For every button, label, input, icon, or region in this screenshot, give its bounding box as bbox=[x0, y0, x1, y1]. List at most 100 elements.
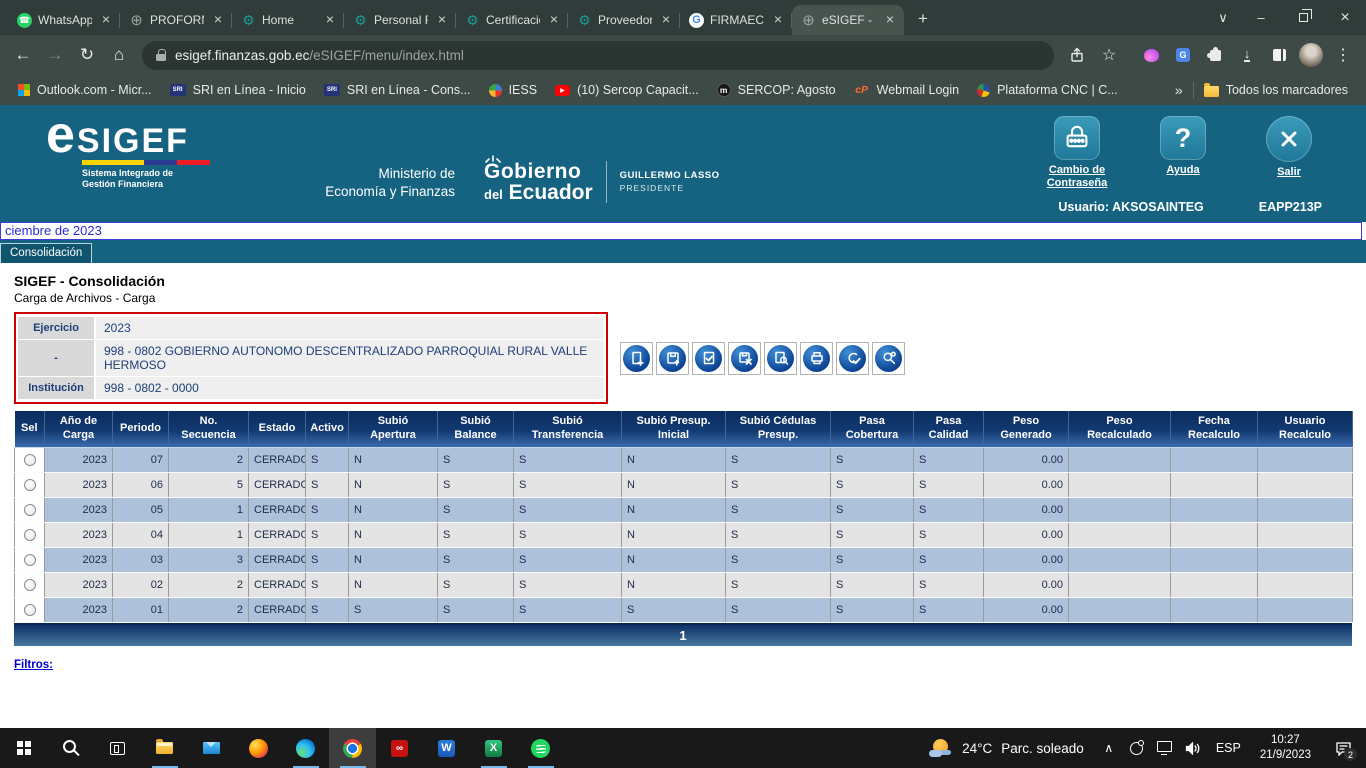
table-row: 2023065CERRADOSNSSNSSS0.00 bbox=[15, 472, 1353, 497]
bookmark-item[interactable]: SRI en Línea - Cons... bbox=[316, 80, 479, 100]
taskbar-app-button[interactable] bbox=[188, 728, 235, 768]
weather-widget[interactable]: 24°C Parc. soleado bbox=[917, 728, 1096, 768]
browser-tab[interactable]: Personal Rol × bbox=[344, 5, 456, 35]
taskbar-app-button[interactable] bbox=[0, 728, 47, 768]
taskbar-app-button[interactable] bbox=[376, 728, 423, 768]
validate-record-button[interactable] bbox=[692, 342, 725, 375]
taskbar-app-button[interactable] bbox=[282, 728, 329, 768]
period-select[interactable]: ciembre de 2023 bbox=[0, 222, 1362, 240]
extension-cloud-icon[interactable] bbox=[1136, 40, 1166, 70]
browser-tab[interactable]: eSIGEF - Siste × bbox=[792, 5, 904, 35]
clock-widget[interactable]: 10:27 21/9/2023 bbox=[1251, 733, 1320, 763]
browser-tab[interactable]: Certificacione × bbox=[456, 5, 568, 35]
bookmark-item[interactable]: SERCOP: Agosto bbox=[709, 80, 844, 100]
row-select-radio[interactable] bbox=[24, 604, 36, 616]
translate-icon[interactable]: G bbox=[1168, 40, 1198, 70]
back-icon[interactable]: ← bbox=[8, 40, 38, 70]
forward-icon[interactable]: → bbox=[40, 40, 70, 70]
taskbar-app-button[interactable] bbox=[47, 728, 94, 768]
tab-close-icon[interactable]: × bbox=[210, 12, 226, 28]
tab-close-icon[interactable]: × bbox=[882, 12, 898, 28]
tab-close-icon[interactable]: × bbox=[434, 12, 450, 28]
bookmark-item[interactable]: (10) Sercop Capacit... bbox=[547, 80, 707, 100]
taskbar-app-button[interactable] bbox=[235, 728, 282, 768]
bookmark-item[interactable]: IESS bbox=[481, 80, 546, 100]
tab-consolidacion[interactable]: Consolidación bbox=[0, 243, 92, 263]
change-password-button[interactable] bbox=[1054, 116, 1100, 160]
new-tab-button[interactable]: + bbox=[910, 6, 936, 32]
process-check-button[interactable] bbox=[836, 342, 869, 375]
browser-tab-strip: WhatsApp × PROFORMA 3 × Home × P bbox=[0, 0, 1366, 35]
all-bookmarks-folder[interactable]: Todos los marcadores bbox=[1196, 80, 1356, 100]
side-panel-icon[interactable] bbox=[1264, 40, 1294, 70]
network-icon[interactable] bbox=[1152, 728, 1178, 768]
taskbar-app-button[interactable] bbox=[470, 728, 517, 768]
select-cell bbox=[15, 522, 45, 547]
tray-chevron-icon[interactable]: ∧ bbox=[1096, 728, 1122, 768]
tab-close-icon[interactable]: × bbox=[546, 12, 562, 28]
extensions-puzzle-icon[interactable] bbox=[1200, 40, 1230, 70]
downloads-icon[interactable]: ↓ bbox=[1232, 40, 1262, 70]
exit-label[interactable]: Salir bbox=[1277, 166, 1301, 179]
create-record-button[interactable] bbox=[620, 342, 653, 375]
meet-now-icon[interactable] bbox=[1124, 728, 1150, 768]
tab-close-icon[interactable]: × bbox=[658, 12, 674, 28]
help-button[interactable]: ? bbox=[1160, 116, 1206, 160]
taskbar-app-button[interactable] bbox=[517, 728, 564, 768]
row-select-radio[interactable] bbox=[24, 554, 36, 566]
filters-link[interactable]: Filtros: bbox=[14, 659, 53, 671]
taskbar-app-button[interactable] bbox=[141, 728, 188, 768]
print-button[interactable] bbox=[800, 342, 833, 375]
menu-kebab-icon[interactable] bbox=[1328, 40, 1358, 70]
reload-icon[interactable]: ↻ bbox=[72, 40, 102, 70]
tab-close-icon[interactable]: × bbox=[322, 12, 338, 28]
share-icon[interactable] bbox=[1062, 40, 1092, 70]
tab-title: Home bbox=[262, 13, 316, 27]
bookmark-item[interactable]: Plataforma CNC | C... bbox=[969, 80, 1126, 100]
tab-close-icon[interactable]: × bbox=[770, 12, 786, 28]
table-cell bbox=[1171, 497, 1258, 522]
minimize-button[interactable]: – bbox=[1240, 0, 1282, 35]
table-cell: CERRADO bbox=[249, 572, 306, 597]
browser-tab[interactable]: Home × bbox=[232, 5, 344, 35]
change-password-label[interactable]: Cambio de Contraseña bbox=[1035, 164, 1119, 190]
volume-icon[interactable] bbox=[1180, 728, 1206, 768]
close-button[interactable]: × bbox=[1324, 0, 1366, 35]
table-cell: CERRADO bbox=[249, 522, 306, 547]
browser-tab[interactable]: FIRMAEC - Bu × bbox=[680, 5, 792, 35]
help-label[interactable]: Ayuda bbox=[1166, 164, 1199, 177]
page-number[interactable]: 1 bbox=[679, 628, 686, 643]
browser-tab[interactable]: WhatsApp × bbox=[8, 5, 120, 35]
row-select-radio[interactable] bbox=[24, 579, 36, 591]
browser-tab[interactable]: Proveedor × bbox=[568, 5, 680, 35]
language-indicator[interactable]: ESP bbox=[1208, 741, 1249, 755]
taskbar-app-icon bbox=[485, 740, 502, 757]
tab-close-icon[interactable]: × bbox=[98, 12, 114, 28]
bookmark-item[interactable]: Webmail Login bbox=[846, 79, 967, 101]
table-row: 2023051CERRADOSNSSNSSS0.00 bbox=[15, 497, 1353, 522]
notification-center[interactable]: 2 bbox=[1322, 728, 1364, 768]
browser-tab[interactable]: PROFORMA 3 × bbox=[120, 5, 232, 35]
bookmark-item[interactable]: Outlook.com - Micr... bbox=[10, 80, 160, 100]
tab-search-chevron-icon[interactable]: ∨ bbox=[1206, 0, 1240, 35]
restore-button[interactable] bbox=[1282, 0, 1324, 35]
exit-button[interactable] bbox=[1266, 116, 1312, 162]
taskbar-app-button[interactable] bbox=[94, 728, 141, 768]
delete-record-button[interactable] bbox=[728, 342, 761, 375]
taskbar-app-button[interactable] bbox=[423, 728, 470, 768]
preview-record-button[interactable] bbox=[764, 342, 797, 375]
row-select-radio[interactable] bbox=[24, 454, 36, 466]
row-select-radio[interactable] bbox=[24, 504, 36, 516]
row-select-radio[interactable] bbox=[24, 529, 36, 541]
address-bar[interactable]: esigef.finanzas.gob.ec/eSIGEF/menu/index… bbox=[142, 41, 1054, 70]
save-record-button[interactable] bbox=[656, 342, 689, 375]
taskbar-app-button[interactable] bbox=[329, 728, 376, 768]
row-select-radio[interactable] bbox=[24, 479, 36, 491]
search-button[interactable] bbox=[872, 342, 905, 375]
home-icon[interactable]: ⌂ bbox=[104, 40, 134, 70]
profile-avatar[interactable] bbox=[1296, 40, 1326, 70]
tab-favicon bbox=[129, 13, 144, 28]
bookmark-item[interactable]: SRI en Línea - Inicio bbox=[162, 80, 314, 100]
bookmarks-overflow-chevron[interactable]: » bbox=[1167, 82, 1191, 98]
bookmark-star-icon[interactable] bbox=[1094, 40, 1124, 70]
